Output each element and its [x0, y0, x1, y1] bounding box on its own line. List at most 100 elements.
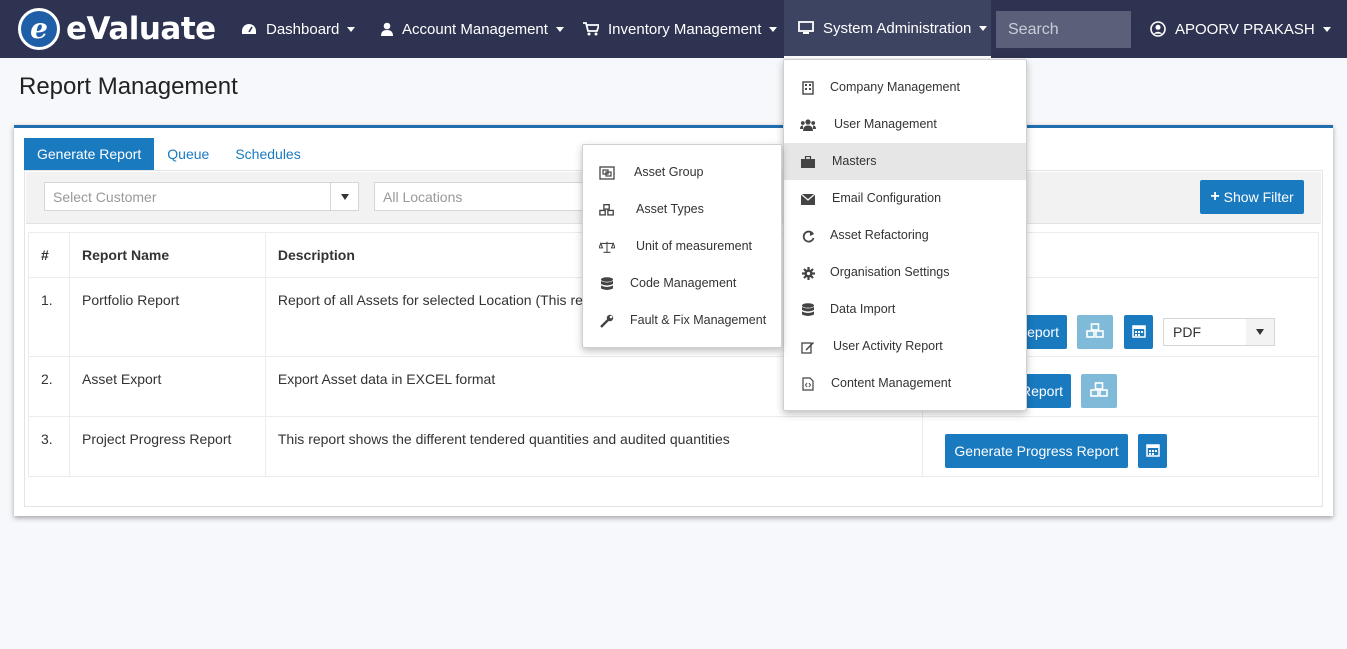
monitor-icon [798, 21, 814, 35]
menu-item-label: Organisation Settings [830, 265, 950, 279]
submenu-item-label: Code Management [630, 276, 737, 290]
object-group-icon [599, 165, 615, 181]
cubes-icon [599, 202, 615, 218]
report-tabs: Generate Report Queue Schedules [24, 138, 314, 170]
location-select[interactable]: All Locations [374, 182, 594, 211]
nav-user-name: APOORV PRAKASH [1175, 20, 1315, 38]
col-header-number: # [28, 232, 70, 278]
envelope-icon [800, 191, 816, 207]
submenu-item-fault-fix-management[interactable]: Fault & Fix Management [583, 302, 781, 339]
schedule-portfolio-button[interactable] [1124, 315, 1153, 349]
nav-user-menu[interactable]: APOORV PRAKASH [1150, 0, 1331, 58]
submenu-item-asset-group[interactable]: Asset Group [583, 154, 781, 191]
database-icon [800, 302, 816, 318]
nav-account-management[interactable]: Account Management [381, 0, 564, 58]
row-report-name: Portfolio Report [68, 277, 266, 357]
chevron-down-icon [555, 26, 564, 32]
wrench-icon [599, 313, 615, 329]
page-title: Report Management [19, 73, 238, 100]
nav-inventory-label: Inventory Management [608, 20, 762, 38]
submenu-item-asset-types[interactable]: Asset Types [583, 191, 781, 228]
tab-schedules[interactable]: Schedules [222, 138, 313, 170]
table-row: 2. Asset Export Export Asset data in EXC… [28, 356, 1319, 417]
cart-icon [583, 22, 599, 36]
row-number: 2. [28, 356, 70, 417]
balance-scale-icon [599, 239, 615, 255]
calendar-icon [1131, 324, 1146, 341]
menu-item-content-management[interactable]: Content Management [784, 365, 1026, 402]
calendar-icon [1145, 443, 1160, 460]
chevron-down-icon [1246, 319, 1274, 345]
brand-logo[interactable]: e eValuate [18, 8, 216, 50]
row-number: 3. [28, 416, 70, 477]
user-icon [381, 22, 393, 36]
row-report-name: Project Progress Report [68, 416, 266, 477]
building-icon [800, 80, 816, 96]
sysadmin-dropdown: Company Management User Management Maste… [783, 59, 1027, 411]
nav-dashboard-label: Dashboard [266, 20, 340, 38]
menu-item-label: Data Import [830, 302, 896, 316]
chevron-down-icon [979, 25, 988, 31]
menu-item-user-activity-report[interactable]: User Activity Report [784, 328, 1026, 365]
asset-types-button[interactable] [1081, 374, 1117, 408]
briefcase-icon [800, 154, 816, 170]
format-select[interactable]: PDF [1163, 318, 1275, 346]
generate-progress-report-button[interactable]: Generate Progress Report [945, 434, 1128, 468]
tab-queue[interactable]: Queue [154, 138, 222, 170]
row-report-name: Asset Export [68, 356, 266, 417]
menu-item-asset-refactoring[interactable]: Asset Refactoring [784, 217, 1026, 254]
search-input[interactable] [996, 11, 1131, 48]
dashboard-icon [241, 23, 257, 35]
brand-mark: e [18, 8, 60, 50]
menu-item-label: Masters [832, 154, 877, 168]
user-circle-icon [1150, 21, 1166, 37]
nav-sysadmin-label: System Administration [823, 19, 972, 37]
show-filter-button[interactable]: + Show Filter [1200, 180, 1304, 214]
format-select-value: PDF [1173, 324, 1201, 340]
show-filter-label: Show Filter [1223, 189, 1294, 205]
brand-name: eValuate [66, 11, 216, 47]
refresh-icon [800, 228, 816, 244]
cubes-icon [1086, 322, 1104, 342]
chevron-down-icon [330, 183, 358, 210]
customer-select-placeholder: Select Customer [53, 188, 157, 205]
schedule-progress-button[interactable] [1138, 434, 1167, 468]
menu-item-label: User Management [834, 117, 937, 131]
nav-inventory-management[interactable]: Inventory Management [583, 0, 778, 58]
gear-icon [800, 265, 816, 281]
edit-icon [800, 339, 816, 355]
chevron-down-icon [347, 26, 356, 32]
menu-item-label: User Activity Report [833, 339, 943, 353]
asset-types-button[interactable] [1077, 315, 1113, 349]
menu-item-data-import[interactable]: Data Import [784, 291, 1026, 328]
submenu-item-label: Fault & Fix Management [630, 313, 767, 327]
submenu-item-code-management[interactable]: Code Management [583, 265, 781, 302]
code-file-icon [800, 376, 816, 392]
menu-item-label: Content Management [831, 376, 952, 390]
menu-item-email-configuration[interactable]: Email Configuration [784, 180, 1026, 217]
customer-select[interactable]: Select Customer [44, 182, 359, 211]
chevron-down-icon [1322, 26, 1331, 32]
menu-item-organisation-settings[interactable]: Organisation Settings [784, 254, 1026, 291]
cubes-icon [1090, 381, 1108, 401]
submenu-item-label: Unit of measurement [636, 239, 753, 253]
col-header-report-name: Report Name [68, 232, 266, 278]
location-select-placeholder: All Locations [383, 188, 463, 205]
nav-account-label: Account Management [402, 20, 548, 38]
nav-system-administration[interactable]: System Administration [784, 0, 991, 58]
menu-item-company-management[interactable]: Company Management [784, 69, 1026, 106]
masters-submenu: Asset Group Asset Types Unit of measurem… [582, 144, 782, 348]
tab-generate-report[interactable]: Generate Report [24, 138, 155, 170]
menu-item-user-management[interactable]: User Management [784, 106, 1026, 143]
menu-item-masters[interactable]: Masters [784, 143, 1026, 180]
database-icon [599, 276, 615, 292]
menu-item-label: Company Management [830, 80, 960, 94]
menu-item-label: Email Configuration [832, 191, 942, 205]
nav-dashboard[interactable]: Dashboard [241, 0, 356, 58]
submenu-item-unit-of-measurement[interactable]: Unit of measurement [583, 228, 781, 265]
menu-item-label: Asset Refactoring [830, 228, 929, 242]
submenu-item-label: Asset Types [636, 202, 704, 216]
row-number: 1. [28, 277, 70, 357]
row-description: This report shows the different tendered… [264, 416, 924, 477]
users-icon [800, 117, 816, 133]
